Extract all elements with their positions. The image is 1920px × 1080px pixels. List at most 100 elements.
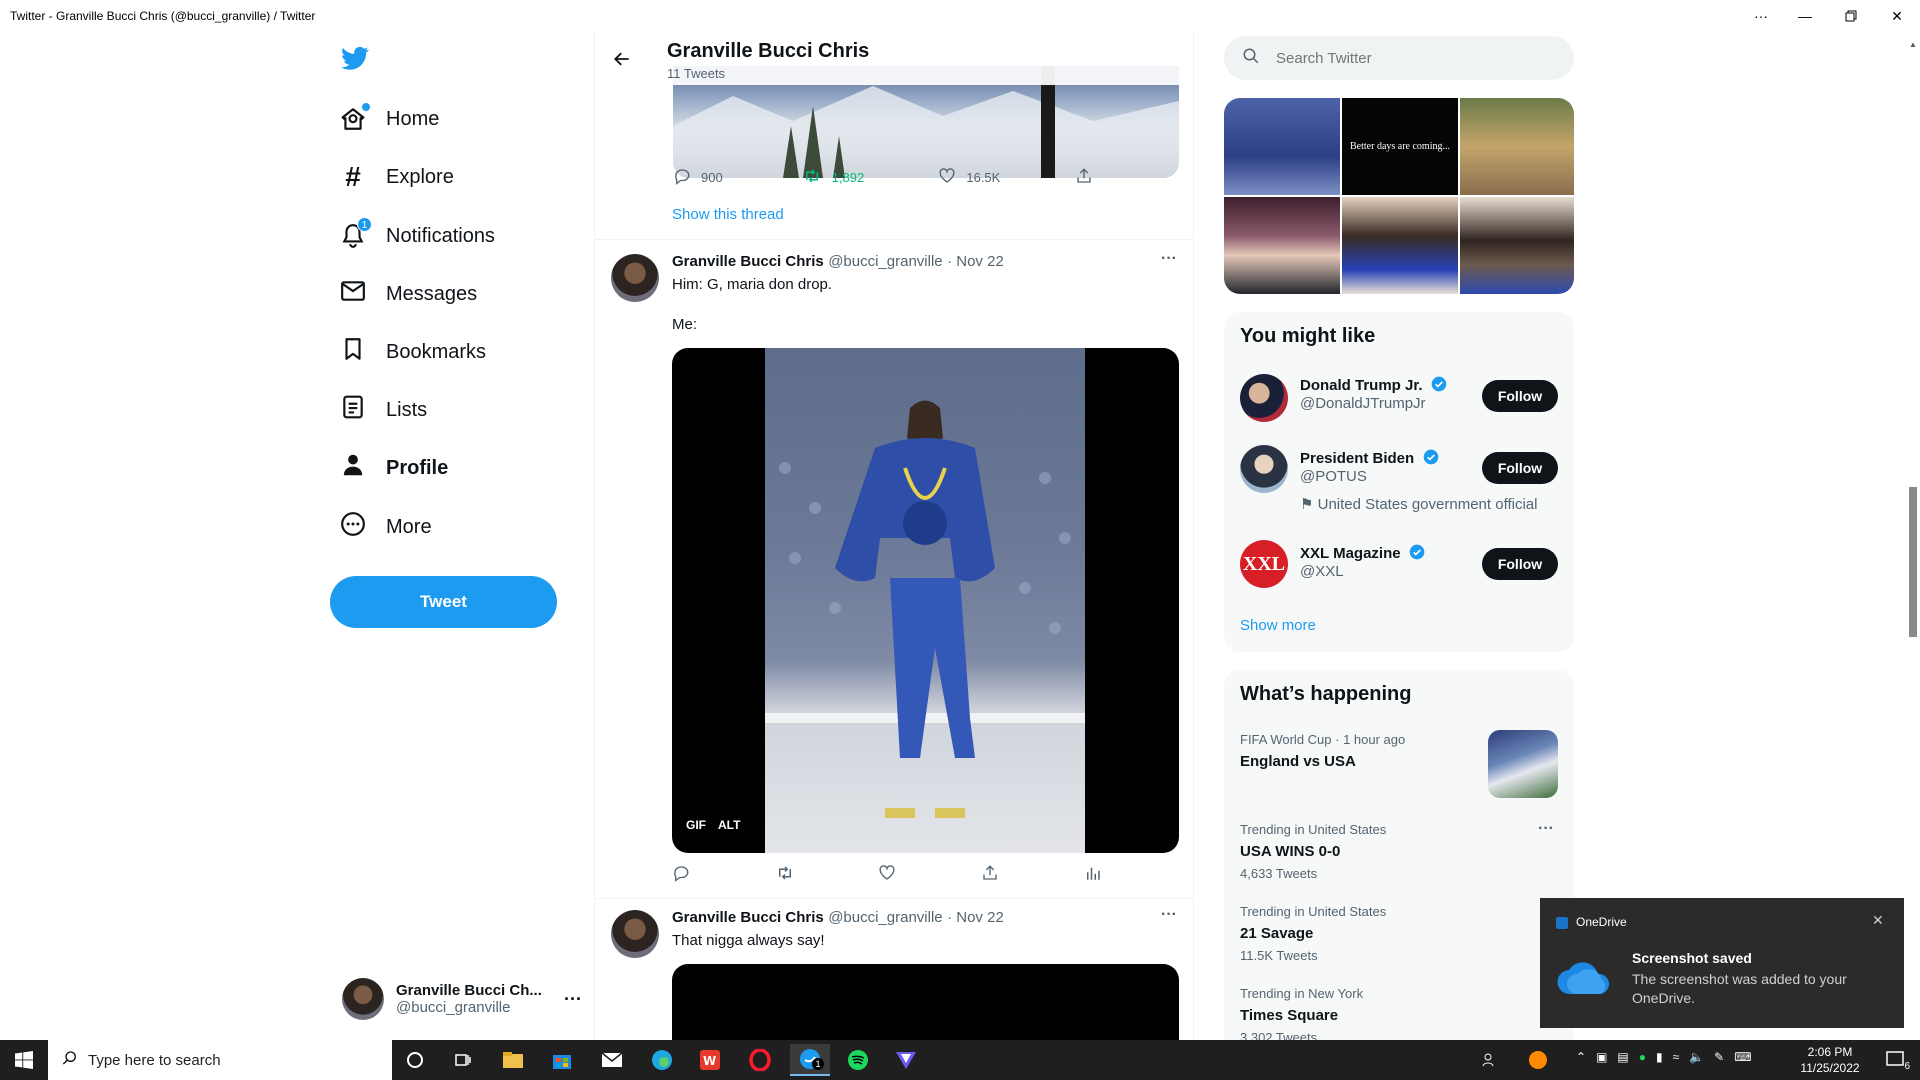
battery-icon[interactable]: ▮ bbox=[1656, 1050, 1663, 1064]
share-button[interactable] bbox=[1075, 167, 1093, 188]
task-view-icon[interactable] bbox=[443, 1044, 483, 1076]
tweet-2-avatar[interactable] bbox=[611, 910, 659, 958]
media-tile-5[interactable] bbox=[1342, 197, 1458, 294]
nav-item-lists[interactable]: Lists bbox=[340, 386, 427, 434]
user-1[interactable]: Donald Trump Jr. @DonaldJTrumpJr bbox=[1300, 376, 1447, 412]
tweet-2-media[interactable] bbox=[672, 964, 1179, 1040]
reply-icon[interactable] bbox=[672, 864, 690, 887]
camera-tray-icon[interactable]: ▣ bbox=[1596, 1050, 1607, 1064]
retweet-button[interactable]: 1,892 bbox=[802, 167, 939, 188]
taskbar-clock[interactable]: 2:06 PM 11/25/2022 bbox=[1790, 1044, 1870, 1076]
tweet-1-avatar[interactable] bbox=[611, 254, 659, 302]
maximize-button[interactable] bbox=[1828, 0, 1874, 32]
share-icon[interactable] bbox=[981, 864, 999, 887]
scrollbar-track[interactable]: ▲ bbox=[1906, 32, 1920, 1040]
account-switcher[interactable]: Granville Bucci Ch... @bucci_granville ·… bbox=[342, 975, 582, 1023]
opera-icon[interactable] bbox=[740, 1044, 780, 1076]
trend-item-3[interactable]: Trending in United States 21 Savage 11.5… bbox=[1240, 904, 1520, 963]
trend-4-name: Times Square bbox=[1240, 1007, 1339, 1024]
tweet-button[interactable]: Tweet bbox=[330, 576, 557, 628]
taskbar-search-box[interactable]: Type here to search bbox=[48, 1040, 392, 1080]
volume-icon[interactable]: 🔈 bbox=[1689, 1050, 1704, 1064]
nav-label-messages: Messages bbox=[386, 282, 478, 305]
analytics-icon[interactable] bbox=[1084, 864, 1102, 887]
nav-item-home[interactable]: Home bbox=[340, 95, 439, 143]
scrollbar-thumb[interactable] bbox=[1909, 487, 1917, 637]
twitter-app-icon[interactable]: 1 bbox=[790, 1044, 830, 1076]
toast-close-icon[interactable]: ✕ bbox=[1872, 912, 1884, 929]
vpn-app-icon[interactable] bbox=[886, 1044, 926, 1076]
media-tile-4[interactable] bbox=[1224, 197, 1340, 294]
minimize-button[interactable]: — bbox=[1782, 0, 1828, 32]
file-explorer-icon[interactable] bbox=[493, 1044, 533, 1076]
tweet-1-handle[interactable]: @bucci_granville bbox=[828, 253, 942, 270]
tweet-1-author[interactable]: Granville Bucci Chris bbox=[672, 253, 824, 270]
wps-office-icon[interactable]: W bbox=[690, 1044, 730, 1076]
show-thread-link[interactable]: Show this thread bbox=[672, 206, 784, 223]
alt-badge[interactable]: ALT bbox=[718, 818, 740, 832]
keyboard-icon[interactable]: ⌨ bbox=[1734, 1050, 1751, 1064]
user-avatar-xxl[interactable]: XXL bbox=[1240, 540, 1288, 588]
nav-item-explore[interactable]: # Explore bbox=[340, 153, 454, 201]
like-button[interactable]: 16.5K bbox=[938, 167, 1075, 188]
media-tile-1[interactable] bbox=[1224, 98, 1340, 195]
nav-item-messages[interactable]: Messages bbox=[340, 270, 477, 318]
firefox-tray-icon[interactable] bbox=[1518, 1044, 1558, 1076]
tweet-2-date[interactable]: · Nov 22 bbox=[947, 909, 1004, 926]
defender-tray-icon[interactable]: ▤ bbox=[1617, 1050, 1628, 1064]
nav-item-profile[interactable]: Profile bbox=[340, 444, 448, 492]
tweet-1-gif[interactable]: GIF ALT bbox=[672, 348, 1179, 853]
media-tile-3[interactable] bbox=[1460, 98, 1574, 195]
heart-icon[interactable] bbox=[878, 864, 896, 887]
follow-button-xxl[interactable]: Follow bbox=[1482, 548, 1558, 580]
people-icon[interactable] bbox=[1470, 1044, 1510, 1076]
taskbar-search-placeholder: Type here to search bbox=[88, 1051, 221, 1069]
spotify-icon[interactable] bbox=[838, 1044, 878, 1076]
tweet-1-more-icon[interactable]: ··· bbox=[1161, 250, 1177, 268]
user-2[interactable]: President Biden @POTUS bbox=[1300, 449, 1439, 485]
user-avatar-biden[interactable] bbox=[1240, 445, 1288, 493]
chevron-up-icon[interactable]: ⌃ bbox=[1576, 1050, 1586, 1064]
tweet-1-date[interactable]: · Nov 22 bbox=[947, 253, 1004, 270]
user-avatar-trump-jr[interactable] bbox=[1240, 374, 1288, 422]
store-icon[interactable] bbox=[542, 1044, 582, 1076]
close-window-button[interactable]: ✕ bbox=[1874, 0, 1920, 32]
you-might-like-panel: You might like Donald Trump Jr. @DonaldJ… bbox=[1224, 312, 1574, 652]
retweet-icon[interactable] bbox=[775, 864, 795, 887]
follow-button-biden[interactable]: Follow bbox=[1482, 452, 1558, 484]
trend-item-1[interactable]: FIFA World Cup · 1 hour ago England vs U… bbox=[1240, 732, 1480, 770]
mail-icon[interactable] bbox=[592, 1044, 632, 1076]
media-tile-2[interactable]: Better days are coming... bbox=[1342, 98, 1458, 195]
tweet-2-handle[interactable]: @bucci_granville bbox=[828, 909, 942, 926]
search-box[interactable] bbox=[1224, 36, 1574, 80]
nav-item-notifications[interactable]: 1 Notifications bbox=[340, 212, 495, 260]
search-input[interactable] bbox=[1276, 49, 1536, 67]
onedrive-toast[interactable]: OneDrive ✕ Screenshot saved The screensh… bbox=[1540, 898, 1904, 1028]
twitter-logo-icon[interactable] bbox=[340, 44, 374, 76]
spotify-tray-icon[interactable]: ● bbox=[1639, 1050, 1646, 1064]
action-center-icon[interactable]: 6 bbox=[1876, 1044, 1916, 1076]
user-3[interactable]: XXL Magazine @XXL bbox=[1300, 544, 1425, 580]
trend-item-2[interactable]: Trending in United States USA WINS 0-0 4… bbox=[1240, 822, 1520, 881]
pen-icon[interactable]: ✎ bbox=[1714, 1050, 1724, 1064]
windows-start-icon[interactable] bbox=[4, 1044, 44, 1076]
media-tile-6[interactable] bbox=[1460, 197, 1574, 294]
show-more-link[interactable]: Show more bbox=[1240, 617, 1316, 634]
cortana-icon[interactable] bbox=[395, 1044, 435, 1076]
account-more-icon[interactable]: ··· bbox=[564, 989, 582, 1010]
nav-item-bookmarks[interactable]: Bookmarks bbox=[340, 328, 486, 376]
tweet-1-header: Granville Bucci Chris @bucci_granville ·… bbox=[672, 253, 1004, 271]
trend-2-more-icon[interactable]: ··· bbox=[1538, 820, 1554, 838]
nav-item-more[interactable]: More bbox=[340, 503, 432, 551]
edge-icon[interactable] bbox=[642, 1044, 682, 1076]
follow-button-trump-jr[interactable]: Follow bbox=[1482, 380, 1558, 412]
tweet-2-more-icon[interactable]: ··· bbox=[1161, 906, 1177, 924]
wifi-icon[interactable]: ≈ bbox=[1673, 1050, 1680, 1064]
trend-item-4[interactable]: Trending in New York Times Square 3,302 … bbox=[1240, 986, 1520, 1040]
back-arrow-icon[interactable] bbox=[609, 46, 635, 72]
tweet-2-author[interactable]: Granville Bucci Chris bbox=[672, 909, 824, 926]
more-options-icon[interactable]: ··· bbox=[1738, 0, 1784, 32]
scroll-up-icon[interactable]: ▲ bbox=[1909, 40, 1917, 49]
trend-1-thumbnail[interactable] bbox=[1488, 730, 1558, 798]
reply-button[interactable]: 900 bbox=[673, 167, 802, 188]
